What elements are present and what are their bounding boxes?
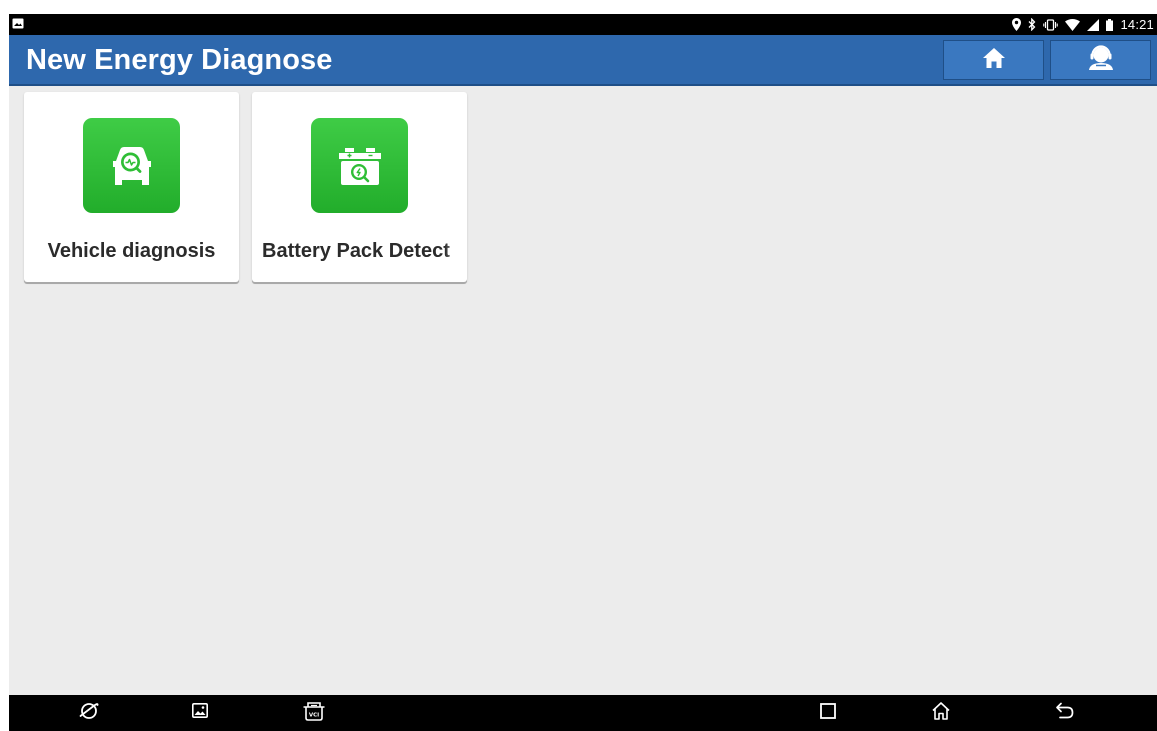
signal-icon bbox=[1087, 18, 1100, 31]
home-button[interactable] bbox=[943, 40, 1044, 80]
location-icon bbox=[1012, 18, 1022, 31]
support-agent-icon bbox=[1087, 44, 1115, 76]
device-screen: 14:21 New Energy Diagnose Vehicle diagno… bbox=[9, 14, 1157, 731]
gallery-button[interactable] bbox=[178, 695, 222, 731]
system-home-button[interactable] bbox=[919, 695, 963, 731]
vehicle-diagnosis-icon bbox=[83, 118, 180, 213]
recents-icon bbox=[820, 702, 836, 724]
label-overflow-fade bbox=[445, 232, 467, 272]
support-button[interactable] bbox=[1050, 40, 1151, 80]
screenshot-icon bbox=[12, 17, 24, 32]
bluetooth-icon bbox=[1028, 18, 1036, 31]
page-title: New Energy Diagnose bbox=[26, 44, 333, 76]
gallery-icon bbox=[192, 703, 208, 723]
battery-pack-detect-icon bbox=[311, 118, 408, 213]
tile-label: Vehicle diagnosis bbox=[47, 240, 216, 262]
back-button[interactable] bbox=[1043, 695, 1087, 731]
vci-button[interactable]: VCI bbox=[292, 695, 336, 731]
vibrate-icon bbox=[1043, 18, 1059, 31]
status-bar: 14:21 bbox=[9, 14, 1157, 35]
browser-icon bbox=[79, 701, 99, 726]
svg-text:VCI: VCI bbox=[309, 712, 319, 718]
home-icon bbox=[931, 701, 951, 726]
status-clock: 14:21 bbox=[1120, 17, 1154, 32]
tile-label: Battery Pack Detect bbox=[262, 240, 450, 262]
browser-button[interactable] bbox=[67, 695, 111, 731]
battery-pack-detect-tile[interactable]: Battery Pack Detect bbox=[252, 92, 467, 282]
app-title-bar: New Energy Diagnose bbox=[9, 35, 1157, 86]
wifi-icon bbox=[1065, 18, 1081, 31]
vci-icon: VCI bbox=[302, 701, 326, 726]
home-icon bbox=[982, 47, 1006, 74]
back-icon bbox=[1055, 702, 1075, 724]
system-nav-bar: VCI bbox=[9, 695, 1157, 731]
vehicle-diagnosis-tile[interactable]: Vehicle diagnosis bbox=[24, 92, 239, 282]
main-content: Vehicle diagnosis Battery Pack Detect bbox=[9, 86, 1157, 695]
recents-button[interactable] bbox=[806, 695, 850, 731]
battery-icon bbox=[1106, 18, 1114, 31]
